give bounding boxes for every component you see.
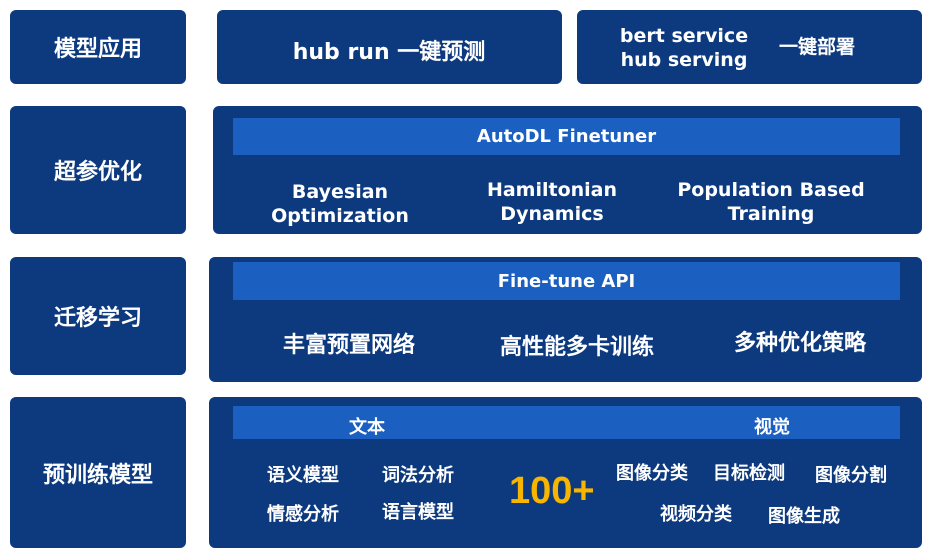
bert-service-text: bert service <box>619 25 749 47</box>
vision-model-detection: 目标检测 <box>713 463 785 484</box>
hpo-box: AutoDL Finetuner Bayesian Optimization H… <box>213 106 922 234</box>
pretrain-box: 文本 视觉 语义模型 词法分析 情感分析 语言模型 100+ 图像分类 目标检测… <box>209 397 922 548</box>
text-category-label: 文本 <box>349 417 385 438</box>
row-label-model-application: 模型应用 <box>10 10 186 84</box>
bayesian-line1: Bayesian <box>291 181 389 203</box>
vision-model-classification: 图像分类 <box>616 463 688 484</box>
row-label-text: 超参优化 <box>53 160 142 185</box>
vision-model-generation: 图像生成 <box>768 506 840 527</box>
text-model-lexical: 词法分析 <box>382 465 454 486</box>
transfer-item-multi-gpu: 高性能多卡训练 <box>499 335 655 360</box>
hamiltonian-line1: Hamiltonian <box>486 179 618 201</box>
hub-run-box: hub run 一键预测 <box>217 10 562 84</box>
text-model-semantic: 语义模型 <box>267 465 339 486</box>
row-label-text: 预训练模型 <box>42 462 153 488</box>
transfer-item-networks: 丰富预置网络 <box>282 333 416 358</box>
text-model-language: 语言模型 <box>382 502 454 523</box>
pbt-line1: Population Based <box>677 179 865 201</box>
vision-category-label: 视觉 <box>754 417 790 438</box>
deploy-box: bert service hub serving 一键部署 <box>577 10 922 84</box>
autodl-bar-text: AutoDL Finetuner <box>476 126 657 147</box>
transfer-item-optim: 多种优化策略 <box>733 331 867 356</box>
row-label-pretrained: 预训练模型 <box>10 397 186 548</box>
finetune-api-bar: Fine-tune API <box>233 262 900 300</box>
hub-run-text: hub run 一键预测 <box>292 40 486 65</box>
row-label-hyperparam: 超参优化 <box>10 106 186 234</box>
autodl-bar: AutoDL Finetuner <box>233 118 900 155</box>
vision-model-segmentation: 图像分割 <box>815 465 887 486</box>
bayesian-line2: Optimization <box>271 205 409 227</box>
text-model-sentiment: 情感分析 <box>267 504 339 525</box>
deploy-text: 一键部署 <box>778 36 856 58</box>
pbt-line2: Training <box>727 203 815 225</box>
model-count: 100+ <box>509 470 595 512</box>
pretrain-bar <box>233 406 900 439</box>
row-label-text: 迁移学习 <box>53 306 142 331</box>
hub-serving-text: hub serving <box>620 49 748 71</box>
transfer-box: Fine-tune API 丰富预置网络 高性能多卡训练 多种优化策略 <box>209 257 922 382</box>
row-label-text: 模型应用 <box>53 37 142 62</box>
hamiltonian-line2: Dynamics <box>500 203 604 225</box>
finetune-api-bar-text: Fine-tune API <box>497 270 636 292</box>
row-label-transfer: 迁移学习 <box>10 257 186 375</box>
vision-model-video: 视频分类 <box>660 504 732 525</box>
